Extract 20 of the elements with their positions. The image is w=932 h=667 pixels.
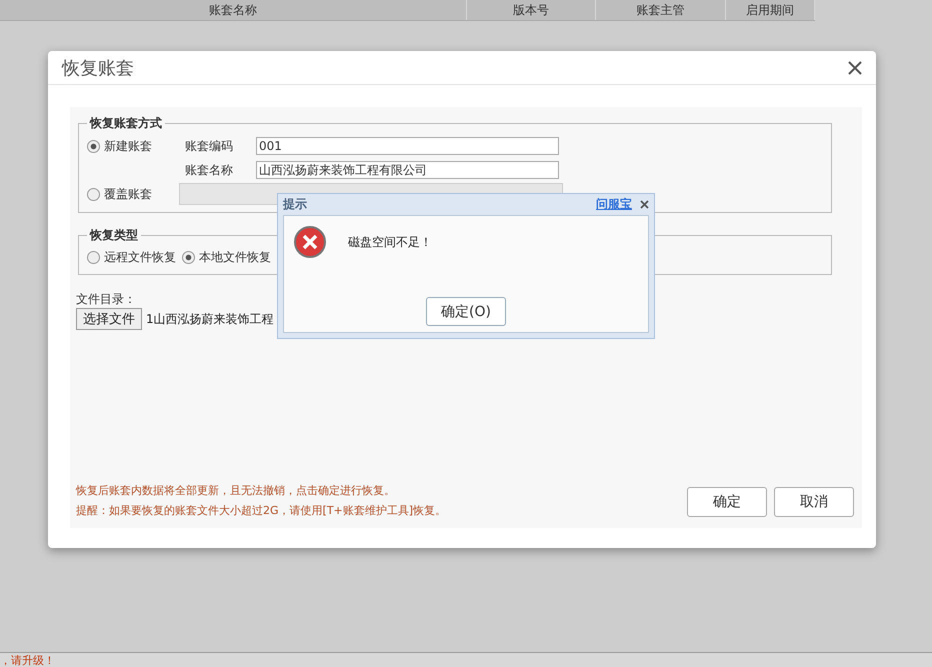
alert-message: 磁盘空间不足！ [348,234,432,250]
option-label: 新建账套 [104,138,152,154]
dialog-title: 恢复账套 [62,56,134,80]
file-label: 文件目录： [76,291,137,308]
status-text: ，请升级！ [0,654,55,667]
option-label: 本地文件恢复 [199,248,271,266]
file-name: 1山西泓扬蔚来装饰工程 [146,310,274,328]
column-header: 账套名称 [0,0,467,20]
field-label: 账套名称 [185,162,234,178]
notice-text: 提醒：如果要恢复的账套文件大小超过2G，请使用[T+账套维护工具]恢复。 [76,503,446,518]
column-header: 启用期间 [726,0,815,20]
group-legend: 恢复账套方式 [87,115,165,132]
alert-title: 提示 [283,196,307,213]
option-label: 远程文件恢复 [104,248,176,266]
notice-text: 恢复后账套内数据将全部更新，且无法撤销，点击确定进行恢复。 [76,483,396,498]
field-label: 账套编码 [185,138,234,154]
group-legend: 恢复类型 [87,227,141,244]
option-label: 覆盖账套 [104,186,152,202]
column-header: 版本号 [467,0,596,20]
column-header: 账套主管 [596,0,726,20]
